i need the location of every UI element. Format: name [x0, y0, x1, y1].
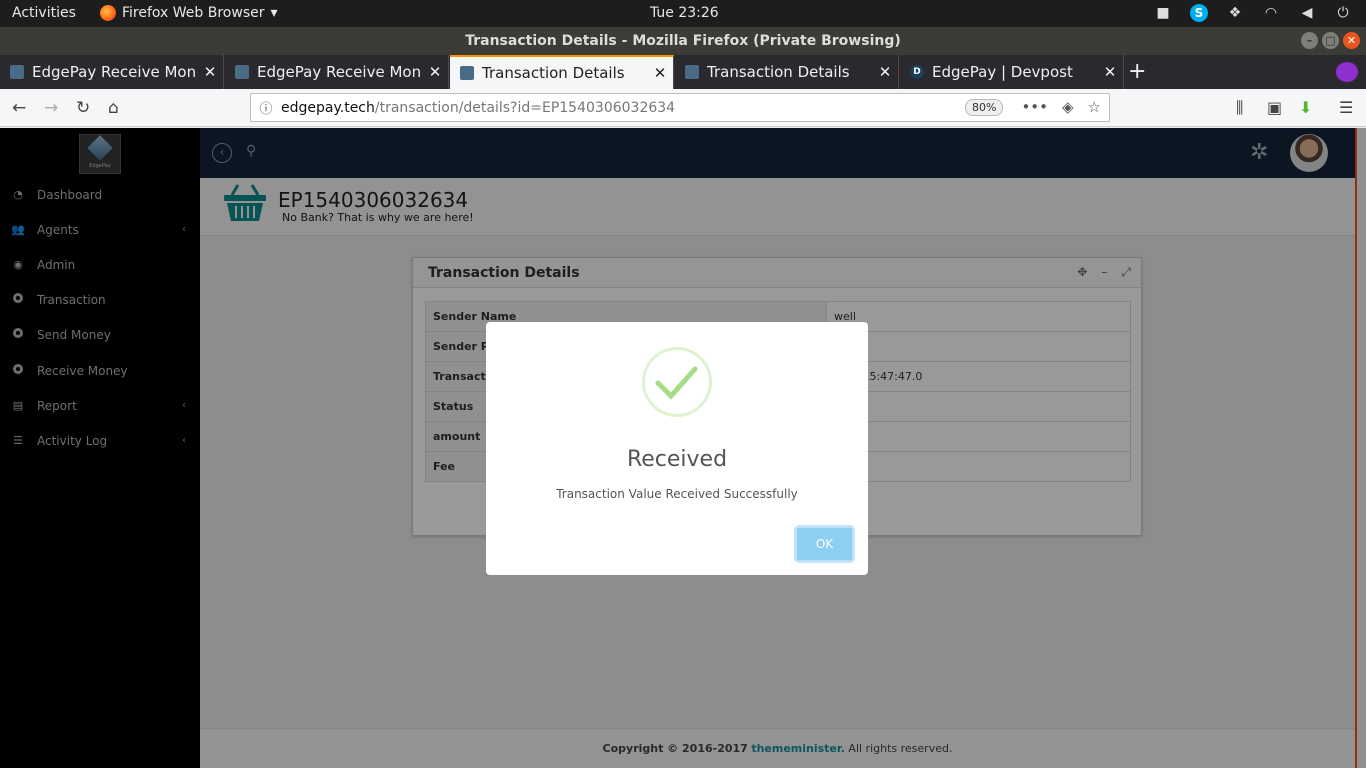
dialog-message: Transaction Value Received Successfully — [556, 487, 798, 501]
pocket-icon[interactable]: ◈ — [1062, 98, 1074, 116]
minimize-button[interactable]: – — [1301, 32, 1318, 49]
home-button[interactable]: ⌂ — [108, 98, 119, 118]
clock[interactable]: Tue 23:26 — [650, 5, 719, 21]
window-title: Transaction Details - Mozilla Firefox (P… — [465, 33, 901, 49]
firefox-icon — [100, 5, 116, 21]
tab-close-icon[interactable]: ✕ — [197, 63, 223, 81]
sidebar-toggle-icon[interactable]: ▣ — [1267, 98, 1282, 117]
url-bar[interactable]: ⓘ edgepay.tech/transaction/details?id=EP… — [250, 93, 1110, 122]
success-check-icon — [642, 347, 712, 417]
dropbox-icon[interactable]: ❖ — [1226, 4, 1244, 22]
back-button[interactable]: ← — [12, 98, 26, 118]
tab-label: Transaction Details — [482, 64, 625, 82]
maximize-button[interactable]: □ — [1322, 32, 1339, 49]
ok-button[interactable]: OK — [796, 527, 853, 561]
url-path: /transaction/details?id=EP1540306032634 — [374, 99, 676, 116]
url-host: edgepay.tech — [281, 99, 375, 116]
tab-devpost[interactable]: D EdgePay | Devpost ✕ — [900, 55, 1124, 89]
skype-icon[interactable]: S — [1190, 4, 1208, 22]
edgepay-favicon-icon — [235, 65, 249, 79]
tab-close-icon[interactable]: ✕ — [1097, 63, 1123, 81]
edgepay-favicon-icon — [460, 66, 474, 80]
library-icon[interactable]: ⫼ — [1236, 98, 1243, 118]
tab-close-icon[interactable]: ✕ — [872, 63, 898, 81]
tab-label: EdgePay Receive Money — [257, 63, 422, 81]
system-tray: ■ S ❖ ◠ ◀ ⏻ — [1154, 4, 1352, 22]
app-menu[interactable]: Firefox Web Browser ▾ — [100, 5, 278, 21]
site-info-icon[interactable]: ⓘ — [251, 98, 281, 117]
tab-close-icon[interactable]: ✕ — [647, 64, 673, 82]
devpost-favicon-icon: D — [910, 65, 924, 79]
close-window-button[interactable]: ✕ — [1343, 32, 1360, 49]
hamburger-menu-icon[interactable]: ☰ — [1339, 98, 1353, 117]
new-tab-button[interactable]: + — [1128, 59, 1146, 84]
tab-edgepay-receive-2[interactable]: EdgePay Receive Money ✕ — [225, 55, 449, 89]
tab-transaction-details[interactable]: Transaction Details ✕ — [675, 55, 899, 89]
tab-label: EdgePay | Devpost — [932, 63, 1073, 81]
success-dialog: Received Transaction Value Received Succ… — [486, 322, 868, 575]
zoom-level[interactable]: 80% — [965, 99, 1004, 116]
download-icon[interactable]: ⬇ — [1299, 98, 1312, 117]
volume-icon[interactable]: ◀ — [1298, 4, 1316, 22]
activities-button[interactable]: Activities — [12, 5, 76, 21]
os-top-bar: Activities Firefox Web Browser ▾ Tue 23:… — [0, 0, 1366, 27]
private-browsing-icon — [1336, 62, 1358, 82]
camera-icon[interactable]: ■ — [1154, 4, 1172, 22]
reload-button[interactable]: ↻ — [76, 98, 90, 118]
tab-bar: EdgePay Receive Money ✕ EdgePay Receive … — [0, 55, 1366, 89]
window-titlebar: Transaction Details - Mozilla Firefox (P… — [0, 27, 1366, 55]
edgepay-favicon-icon — [10, 65, 24, 79]
tab-label: Transaction Details — [707, 63, 850, 81]
tab-label: EdgePay Receive Money — [32, 63, 197, 81]
edgepay-favicon-icon — [685, 65, 699, 79]
navigation-bar: ← → ↻ ⌂ ⓘ edgepay.tech/transaction/detai… — [0, 89, 1366, 127]
app-menu-label: Firefox Web Browser — [122, 5, 265, 21]
tab-transaction-details-active[interactable]: Transaction Details ✕ — [450, 55, 674, 89]
forward-button[interactable]: → — [44, 98, 58, 118]
dialog-title: Received — [626, 447, 728, 472]
page-actions-icon[interactable]: ••• — [1021, 98, 1048, 116]
power-icon[interactable]: ⏻ — [1334, 4, 1352, 22]
wifi-icon[interactable]: ◠ — [1262, 4, 1280, 22]
caret-down-icon: ▾ — [270, 5, 278, 21]
tab-close-icon[interactable]: ✕ — [422, 63, 448, 81]
bookmark-star-icon[interactable]: ☆ — [1088, 98, 1101, 116]
tab-edgepay-receive-1[interactable]: EdgePay Receive Money ✕ — [0, 55, 224, 89]
